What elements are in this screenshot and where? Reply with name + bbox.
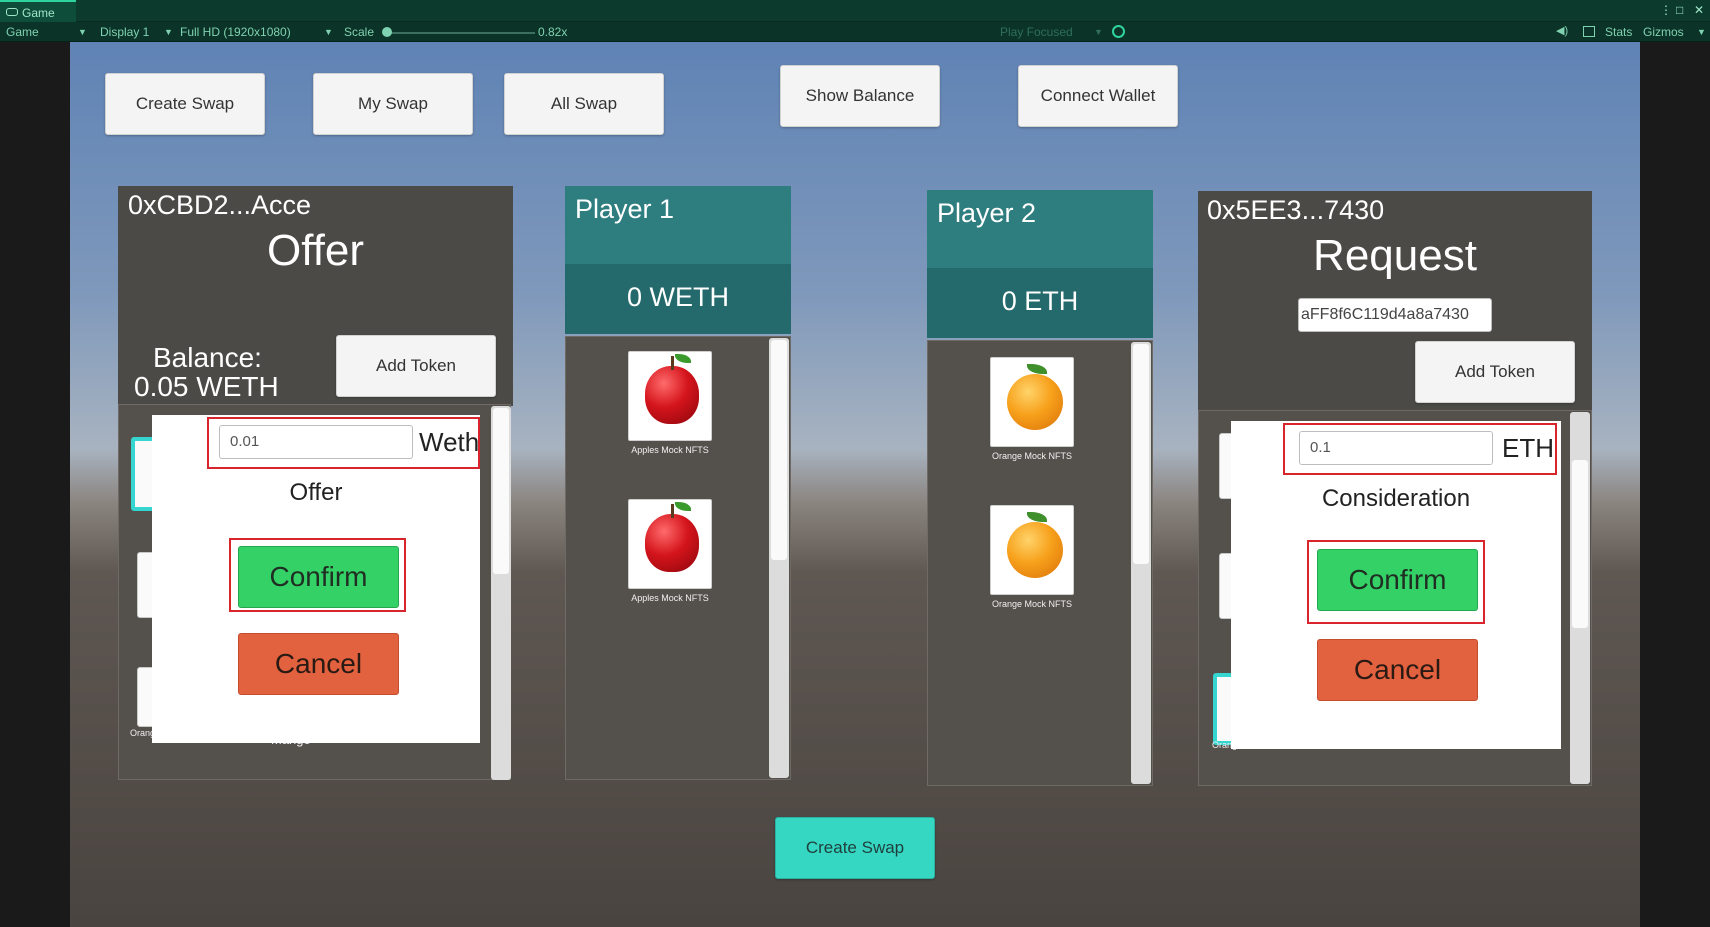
tab-game[interactable]: Game xyxy=(0,0,76,22)
orange-image xyxy=(1007,512,1063,578)
request-list-scrollbar[interactable] xyxy=(1570,412,1590,784)
tab-game-label: Game xyxy=(22,6,55,20)
display-label: Display 1 xyxy=(100,25,150,39)
game-view-toolbar: Game ▼ Display 1 ▼ Full HD (1920x1080) ▼… xyxy=(0,22,1710,42)
scrollbar-thumb[interactable] xyxy=(771,340,787,560)
player2-header: Player 2 xyxy=(927,190,1153,270)
chevron-down-icon: ▼ xyxy=(1697,27,1706,37)
close-icon[interactable]: ✕ xyxy=(1694,2,1704,18)
editor-tab-bar: Game ⋮ □ ✕ xyxy=(0,0,1710,22)
create-swap-nav-button[interactable]: Create Swap xyxy=(105,73,265,135)
unity-editor-window: Game ⋮ □ ✕ Game ▼ Display 1 ▼ Full HD (1… xyxy=(0,0,1710,927)
request-add-token-button[interactable]: Add Token xyxy=(1415,341,1575,403)
game-view-dropdown[interactable]: Game xyxy=(6,22,39,42)
play-mode-label: Play Focused xyxy=(1000,25,1073,39)
counterparty-address-input[interactable]: aFF8f6C119d4a8a7430 xyxy=(1298,298,1492,332)
offer-amount-input[interactable]: 0.01 xyxy=(219,425,413,459)
show-balance-button[interactable]: Show Balance xyxy=(780,65,940,127)
offer-wallet-address: 0xCBD2...Acce xyxy=(128,190,312,220)
offer-currency-label: Weth xyxy=(419,427,480,457)
editor-left-margin xyxy=(0,42,70,927)
player1-balance: 0 WETH xyxy=(626,282,729,312)
offer-cancel-button[interactable]: Cancel xyxy=(238,633,399,695)
chevron-down-icon: ▼ xyxy=(1094,27,1103,37)
nft-card[interactable] xyxy=(990,505,1074,595)
request-cancel-button[interactable]: Cancel xyxy=(1317,639,1478,701)
bug-icon[interactable] xyxy=(1112,25,1125,38)
nft-card-label: Orange Mock NFTS xyxy=(991,599,1073,609)
game-view-dropdown-label: Game xyxy=(6,25,39,39)
request-amount-input[interactable]: 0.1 xyxy=(1299,431,1493,465)
offer-title: Offer xyxy=(266,226,364,275)
gamepad-icon xyxy=(6,8,18,16)
player2-title: Player 2 xyxy=(937,198,1037,228)
nft-card[interactable] xyxy=(990,357,1074,447)
game-view: Create Swap My Swap All Swap Show Balanc… xyxy=(70,42,1640,927)
nft-card-label: Apples Mock NFTS xyxy=(631,445,709,455)
player2-nft-list[interactable]: Orange Mock NFTS Orange Mock NFTS xyxy=(927,340,1153,786)
offer-confirm-button[interactable]: Confirm xyxy=(238,546,399,608)
my-swap-button[interactable]: My Swap xyxy=(313,73,473,135)
resolution-dropdown[interactable]: Full HD (1920x1080) xyxy=(180,22,291,42)
grid-icon[interactable] xyxy=(1583,26,1595,37)
offer-add-token-button[interactable]: Add Token xyxy=(336,335,496,397)
all-swap-button[interactable]: All Swap xyxy=(504,73,664,135)
scrollbar-thumb[interactable] xyxy=(1572,460,1588,628)
balance-label: Balance: xyxy=(153,342,262,373)
resolution-label: Full HD (1920x1080) xyxy=(180,25,291,39)
player1-balance-box: 0 WETH xyxy=(565,264,791,334)
request-currency-label: ETH xyxy=(1502,433,1554,463)
maximize-icon[interactable]: □ xyxy=(1676,2,1683,18)
offer-dialog-label: Offer xyxy=(289,479,343,506)
audio-mute-icon[interactable]: ◀) xyxy=(1556,26,1568,37)
chevron-down-icon: ▼ xyxy=(164,27,173,37)
create-swap-submit-button[interactable]: Create Swap xyxy=(775,817,935,879)
player2-list-scrollbar[interactable] xyxy=(1131,342,1151,784)
stats-button[interactable]: Stats xyxy=(1605,22,1632,42)
player1-header: Player 1 xyxy=(565,186,791,266)
nft-card-label: Apples Mock NFTS xyxy=(631,593,709,603)
gizmos-button[interactable]: Gizmos xyxy=(1643,22,1684,42)
chevron-down-icon: ▼ xyxy=(78,27,87,37)
apple-image xyxy=(645,354,699,424)
player2-balance-box: 0 ETH xyxy=(927,268,1153,338)
offer-amount-dialog: 0.01 Weth Offer Confirm Cancel xyxy=(152,415,480,743)
play-mode-dropdown[interactable]: Play Focused xyxy=(1000,22,1073,42)
scale-value: 0.82x xyxy=(538,25,568,39)
nft-card[interactable] xyxy=(628,351,712,441)
chevron-down-icon: ▼ xyxy=(324,27,333,37)
scale-label: Scale xyxy=(344,25,375,39)
request-wallet-address: 0x5EE3...7430 xyxy=(1207,195,1385,225)
orange-image xyxy=(1007,364,1063,430)
balance-value: 0.05 WETH xyxy=(134,371,279,402)
scrollbar-thumb[interactable] xyxy=(1133,344,1149,564)
editor-right-margin xyxy=(1640,42,1710,927)
request-dialog-label: Consideration xyxy=(1321,485,1471,512)
connect-wallet-button[interactable]: Connect Wallet xyxy=(1018,65,1178,127)
request-amount-dialog: 0.1 ETH Consideration Confirm Cancel xyxy=(1231,421,1561,749)
more-options-icon[interactable]: ⋮ xyxy=(1660,2,1672,18)
player1-title: Player 1 xyxy=(575,194,675,224)
scale-slider-track[interactable] xyxy=(385,32,535,34)
scrollbar-thumb[interactable] xyxy=(493,408,509,574)
request-title: Request xyxy=(1313,231,1477,280)
player1-list-scrollbar[interactable] xyxy=(769,338,789,778)
offer-list-scrollbar[interactable] xyxy=(491,406,511,780)
scale-slider-handle[interactable] xyxy=(382,27,392,37)
nft-card[interactable] xyxy=(628,499,712,589)
request-confirm-button[interactable]: Confirm xyxy=(1317,549,1478,611)
player2-balance: 0 ETH xyxy=(1001,286,1079,316)
apple-image xyxy=(645,502,699,572)
nft-card-label: Orange Mock NFTS xyxy=(991,451,1073,461)
display-dropdown[interactable]: Display 1 xyxy=(100,22,149,42)
player1-nft-list[interactable]: Apples Mock NFTS Apples Mock NFTS xyxy=(565,336,791,780)
